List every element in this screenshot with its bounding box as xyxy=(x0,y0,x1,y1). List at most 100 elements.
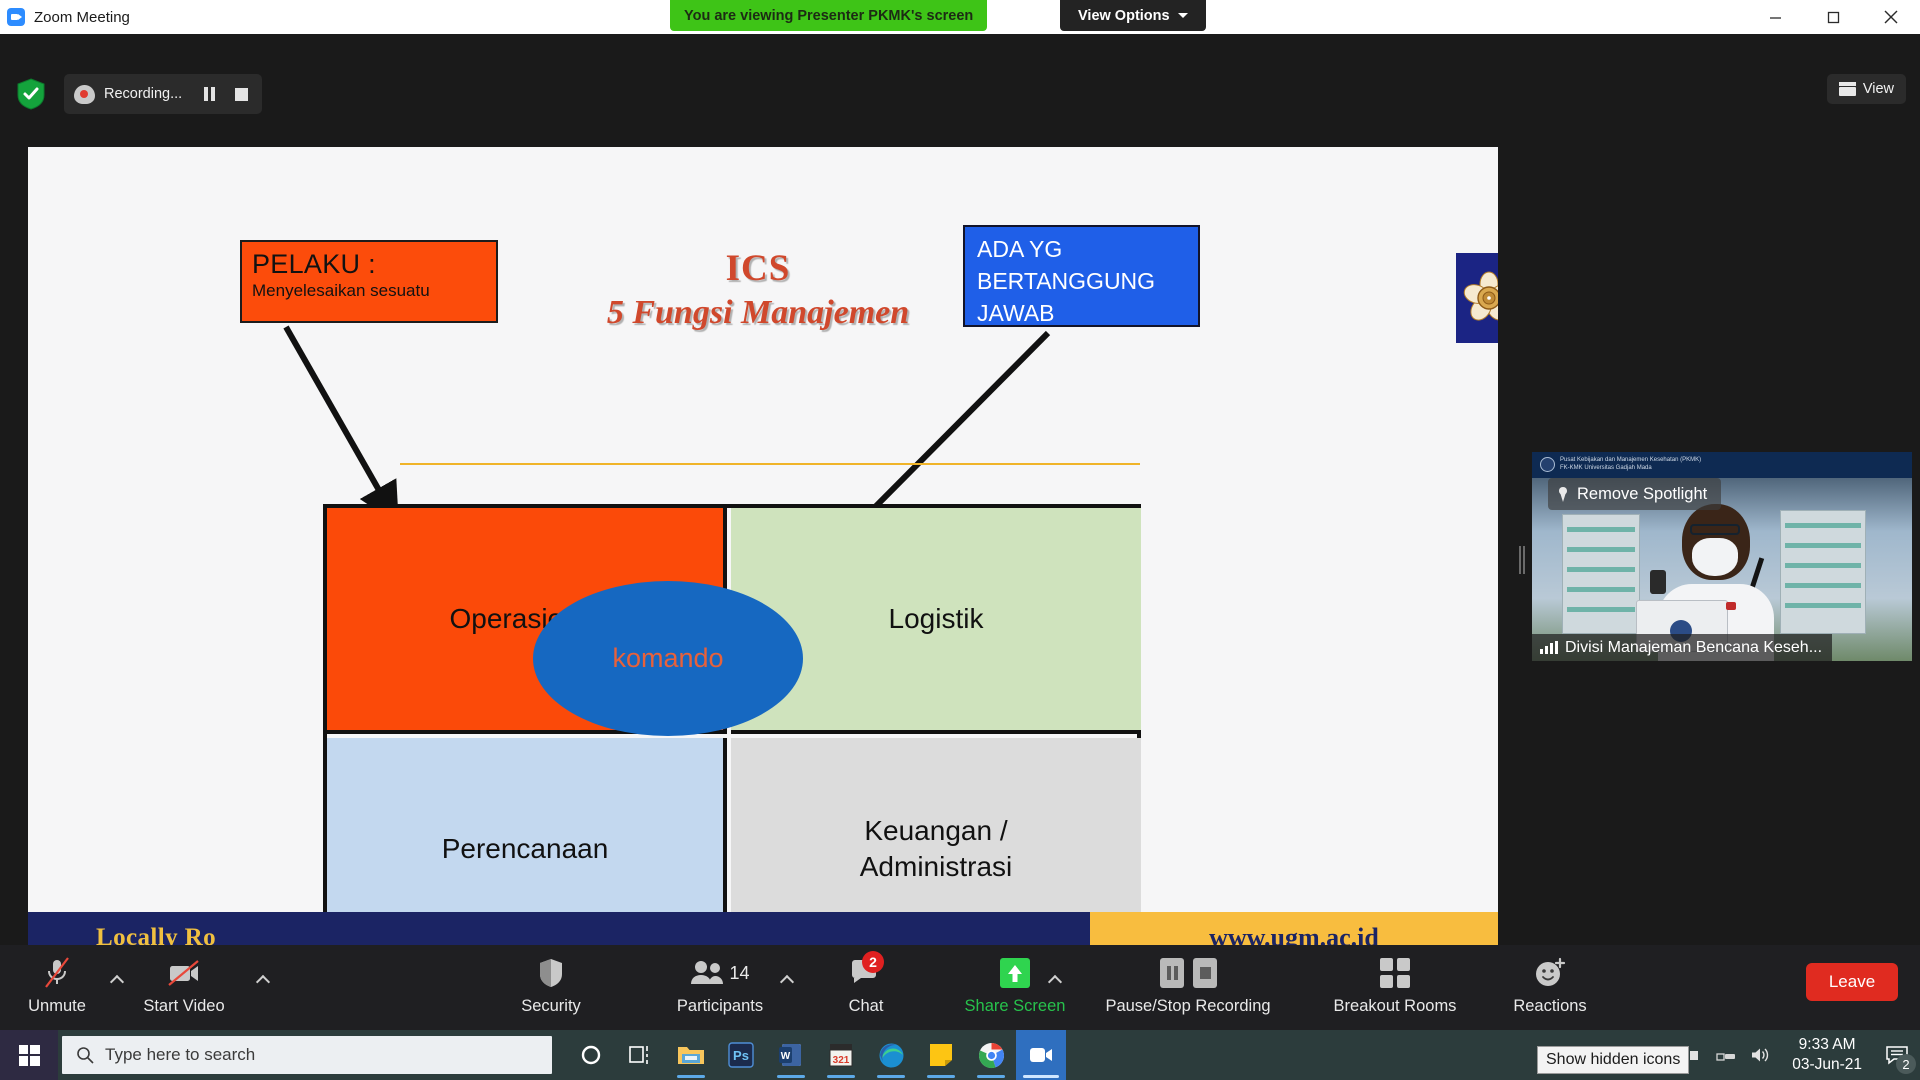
breakout-rooms-label: Breakout Rooms xyxy=(1334,997,1457,1016)
chat-button[interactable]: 2 Chat xyxy=(826,953,906,1023)
chrome-icon[interactable] xyxy=(966,1030,1016,1080)
audio-bars-icon xyxy=(1540,641,1558,654)
microphone-muted-icon xyxy=(44,953,70,993)
chat-label: Chat xyxy=(849,997,884,1016)
chat-bubble-icon: 2 xyxy=(850,953,882,993)
divider-rule xyxy=(400,463,1140,465)
pkmk-logo-icon xyxy=(1540,457,1555,472)
remove-spotlight-button[interactable]: Remove Spotlight xyxy=(1548,478,1721,510)
start-video-button[interactable]: Start Video xyxy=(136,953,232,1023)
search-placeholder: Type here to search xyxy=(105,1045,255,1065)
word-icon[interactable]: W xyxy=(766,1030,816,1080)
shared-screen-content[interactable]: PELAKU : Menyelesaikan sesuatu ICS 5 Fun… xyxy=(28,147,1498,964)
video-options-chevron-icon[interactable] xyxy=(256,973,270,987)
slide-title: ICS 5 Fungsi Manajemen xyxy=(508,247,1008,335)
photoshop-icon[interactable]: Ps xyxy=(716,1030,766,1080)
building-left xyxy=(1562,514,1640,634)
participant-name: Divisi Manajeman Bencana Keseh... xyxy=(1565,639,1822,657)
komando-label: komando xyxy=(612,643,723,674)
pelaku-title: PELAKU : xyxy=(252,249,486,280)
overlay-title-line2: FK-KMK Universitas Gadjah Mada xyxy=(1560,464,1912,472)
eyeglasses-icon xyxy=(1690,524,1740,535)
slide: PELAKU : Menyelesaikan sesuatu ICS 5 Fun… xyxy=(28,147,1498,964)
file-explorer-icon[interactable] xyxy=(666,1030,716,1080)
audio-options-chevron-icon[interactable] xyxy=(110,973,124,987)
screen-root: Zoom Meeting You are viewing Presenter P… xyxy=(0,0,1920,1080)
taskbar-app-icons: Ps W 321 xyxy=(566,1030,1066,1080)
svg-text:W: W xyxy=(781,1051,791,1062)
ugm-logo-icon xyxy=(1456,253,1498,343)
building-right xyxy=(1780,510,1866,634)
pause-icon[interactable] xyxy=(194,79,224,109)
quadrant-keuangan-line1: Keuangan / xyxy=(864,815,1007,846)
minimize-icon[interactable] xyxy=(1746,0,1804,34)
volume-icon[interactable] xyxy=(1742,1030,1780,1080)
quadrant-logistik: Logistik xyxy=(731,508,1141,734)
recording-icon xyxy=(70,82,98,106)
quadrant-perencanaan-label: Perencanaan xyxy=(442,831,609,867)
komando-circle: komando xyxy=(533,581,803,736)
clock-date: 03-Jun-21 xyxy=(1792,1055,1862,1075)
zoom-main-area: Recording... View xyxy=(0,34,1920,1080)
participants-button[interactable]: 14 Participants xyxy=(660,953,780,1023)
people-icon: 14 xyxy=(690,953,749,993)
windows-start-icon[interactable] xyxy=(0,1030,58,1080)
share-screen-button[interactable]: Share Screen xyxy=(950,953,1080,1023)
pelaku-subtitle: Menyelesaikan sesuatu xyxy=(252,280,486,302)
taskbar-clock[interactable]: 9:33 AM 03-Jun-21 xyxy=(1780,1035,1874,1075)
reactions-button[interactable]: Reactions xyxy=(1490,953,1610,1023)
close-icon[interactable] xyxy=(1862,0,1920,34)
remove-spotlight-label: Remove Spotlight xyxy=(1577,485,1707,504)
ada-line2: BERTANGGUNG xyxy=(977,265,1188,297)
pelaku-box: PELAKU : Menyelesaikan sesuatu xyxy=(240,240,498,323)
unmute-button[interactable]: Unmute xyxy=(26,953,88,1023)
view-button[interactable]: View xyxy=(1827,74,1906,104)
network-tray-icon[interactable] xyxy=(1710,1030,1742,1080)
participants-chevron-icon[interactable] xyxy=(780,973,794,987)
thumbnail-drag-handle[interactable] xyxy=(1519,546,1526,574)
participants-count: 14 xyxy=(729,963,749,984)
unmute-label: Unmute xyxy=(28,997,86,1016)
pin-icon xyxy=(1556,486,1570,503)
media-player-classic-icon[interactable]: 321 xyxy=(816,1030,866,1080)
clock-time: 9:33 AM xyxy=(1792,1035,1862,1055)
leave-button[interactable]: Leave xyxy=(1806,963,1898,1001)
view-button-label: View xyxy=(1863,81,1894,97)
notification-icon[interactable]: 2 xyxy=(1874,1030,1920,1080)
participant-name-bar: Divisi Manajeman Bencana Keseh... xyxy=(1532,634,1832,661)
zoom-toolbar: Unmute Start Video xyxy=(0,945,1920,1030)
security-label: Security xyxy=(521,997,581,1016)
view-options-button[interactable]: View Options xyxy=(1060,0,1206,31)
search-input[interactable]: Type here to search xyxy=(62,1036,552,1074)
recording-strip: Recording... xyxy=(8,72,262,116)
sticky-notes-icon[interactable] xyxy=(916,1030,966,1080)
security-shield-icon[interactable] xyxy=(16,78,46,110)
start-video-label: Start Video xyxy=(143,997,224,1016)
pause-stop-recording-button[interactable]: Pause/Stop Recording xyxy=(1082,953,1294,1023)
ada-line1: ADA YG xyxy=(977,233,1188,265)
window-title: Zoom Meeting xyxy=(34,9,130,26)
zoom-taskbar-icon[interactable] xyxy=(1016,1030,1066,1080)
recording-label: Recording... xyxy=(100,86,192,102)
maximize-icon[interactable] xyxy=(1804,0,1862,34)
slide-title-line2: 5 Fungsi Manajemen xyxy=(508,291,1008,335)
share-screen-icon xyxy=(998,953,1032,993)
grid-icon xyxy=(1379,953,1411,993)
reactions-label: Reactions xyxy=(1513,997,1586,1016)
share-screen-chevron-icon[interactable] xyxy=(1048,973,1062,987)
share-screen-label: Share Screen xyxy=(965,997,1066,1016)
stop-icon[interactable] xyxy=(226,79,256,109)
svg-text:321: 321 xyxy=(833,1055,850,1066)
cortana-icon[interactable] xyxy=(566,1030,616,1080)
participants-label: Participants xyxy=(677,997,763,1016)
video-off-icon xyxy=(167,953,201,993)
security-button[interactable]: Security xyxy=(506,953,596,1023)
pause-stop-icon xyxy=(1159,953,1218,993)
phone-in-hand xyxy=(1650,570,1666,594)
edge-icon[interactable] xyxy=(866,1030,916,1080)
task-view-icon[interactable] xyxy=(616,1030,666,1080)
breakout-rooms-button[interactable]: Breakout Rooms xyxy=(1310,953,1480,1023)
wrist-band xyxy=(1726,602,1736,610)
face-mask-icon xyxy=(1692,538,1738,576)
participant-thumbnail[interactable]: Pusat Kebijakan dan Manajemen Kesehatan … xyxy=(1532,452,1912,661)
